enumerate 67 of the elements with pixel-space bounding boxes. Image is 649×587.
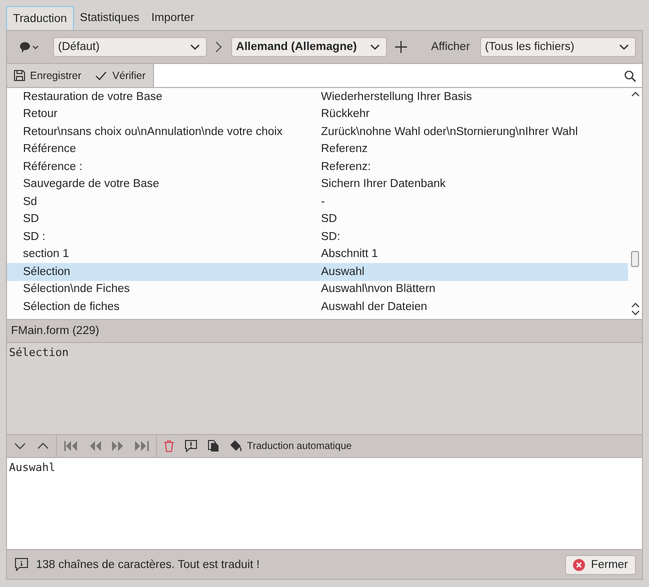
translation-cell-text: SD bbox=[321, 213, 338, 226]
source-cell-text: SD : bbox=[22, 230, 46, 243]
scroll-up-icon[interactable] bbox=[630, 302, 640, 308]
source-cell-text: Restauration de votre Base bbox=[22, 90, 164, 103]
filter-dropdown[interactable]: (Tous les fichiers) bbox=[480, 37, 636, 57]
scrollbar-thumb[interactable] bbox=[631, 251, 639, 267]
source-cell-text: SD bbox=[22, 213, 40, 226]
save-button[interactable]: Enregistrer bbox=[7, 64, 88, 87]
translation-cell-text: Referenz: bbox=[321, 160, 372, 173]
close-icon bbox=[572, 558, 585, 570]
search-icon bbox=[624, 70, 636, 82]
translation-cell-text: SD: bbox=[321, 230, 342, 243]
project-dropdown[interactable]: (Défaut) bbox=[53, 37, 208, 57]
source-cell-text: section 1 bbox=[22, 248, 70, 260]
translation-cell-text: Referenz bbox=[321, 143, 369, 156]
source-cell-text: Sélection\nde Fiches bbox=[22, 283, 131, 296]
translation-cell-text: Wiederherstellung Ihrer Basis bbox=[321, 90, 473, 103]
language-dropdown[interactable]: Allemand (Allemagne) bbox=[231, 37, 388, 57]
source-text-area: Sélection bbox=[7, 343, 642, 434]
string-row[interactable]: Sélection\nde Fiches Auswahl\nvon Blättern bbox=[7, 280, 628, 298]
chevron-right-icon bbox=[215, 41, 224, 53]
source-cell-text: Sélection bbox=[22, 266, 72, 278]
source-cell-text: Référence bbox=[22, 143, 78, 156]
string-row[interactable]: Sauvegarde de votre Base Sichern Ihrer Datenbank bbox=[7, 176, 628, 193]
scroll-up-icon[interactable] bbox=[630, 91, 640, 97]
save-icon bbox=[14, 70, 25, 81]
string-row[interactable]: Sélection Auswahl bbox=[7, 263, 628, 280]
translation-cell-text: Abschnitt 1 bbox=[321, 248, 379, 260]
add-icon[interactable] bbox=[393, 39, 410, 55]
tab[interactable]: Importer bbox=[145, 6, 200, 30]
auto-translate-button[interactable]: Traduction automatique bbox=[226, 440, 356, 452]
show-label: Afficher bbox=[431, 41, 470, 53]
translation-cell-text: Auswahl\nvon Blättern bbox=[321, 283, 436, 296]
translation-cell-text: Auswahl bbox=[321, 266, 366, 278]
translation-cell-text: Zurück\nohne Wahl oder\nStornierung\nIhrer Wahl bbox=[321, 126, 579, 138]
source-cell-text: Retour\nsans choix ou\nAnnulation\nde votre choix bbox=[22, 126, 284, 138]
source-cell-text: Référence : bbox=[22, 160, 84, 173]
string-row[interactable]: section 1 Abschnitt 1 bbox=[7, 246, 628, 263]
string-row[interactable]: Référence Referenz bbox=[7, 140, 628, 158]
string-row[interactable]: SD SD bbox=[7, 210, 628, 228]
string-row[interactable]: SD : SD: bbox=[7, 228, 628, 246]
translation-cell-text: Rückkehr bbox=[321, 108, 371, 120]
paint-bucket-icon bbox=[230, 440, 242, 452]
checkmark-icon bbox=[95, 70, 108, 80]
translation-cell-text: Auswahl der Dateien bbox=[321, 300, 428, 313]
info-icon bbox=[15, 558, 28, 571]
verify-button[interactable]: Vérifier bbox=[88, 64, 153, 87]
string-row[interactable]: Retour\nsans choix ou\nAnnulation\nde votre choix Zurück\nohne Wahl oder\nStornierung\nIhrer Wahl bbox=[7, 123, 628, 140]
tab[interactable]: Traduction bbox=[6, 6, 74, 30]
string-row[interactable]: Sélection de fiches Auswahl der Dateien bbox=[7, 298, 628, 316]
scroll-down-icon[interactable] bbox=[630, 310, 640, 316]
close-button[interactable]: Fermer bbox=[564, 554, 636, 574]
source-cell-text: Sélection de fiches bbox=[22, 300, 121, 313]
source-cell-text: Retour bbox=[22, 108, 59, 120]
string-row[interactable]: Référence : Referenz: bbox=[7, 158, 628, 176]
search-field[interactable] bbox=[152, 64, 642, 87]
translation-input[interactable]: Auswahl bbox=[7, 458, 642, 550]
string-row[interactable]: Sd - bbox=[7, 193, 628, 210]
source-cell-text: Sd bbox=[22, 196, 38, 208]
translation-cell-text: Sichern Ihrer Datenbank bbox=[321, 178, 447, 190]
string-row[interactable]: Restauration de votre Base Wiederherstellung Ihrer Basis bbox=[7, 88, 628, 106]
comment-menu-button[interactable] bbox=[17, 39, 41, 55]
translation-cell-text: - bbox=[321, 196, 326, 208]
source-cell-text: Sauvegarde de votre Base bbox=[22, 178, 160, 190]
string-row[interactable]: Retour Rückkehr bbox=[7, 106, 628, 123]
tab[interactable]: Statistiques bbox=[74, 6, 146, 30]
status-message: 138 chaînes de caractères. Tout est traduit ! bbox=[36, 558, 261, 570]
